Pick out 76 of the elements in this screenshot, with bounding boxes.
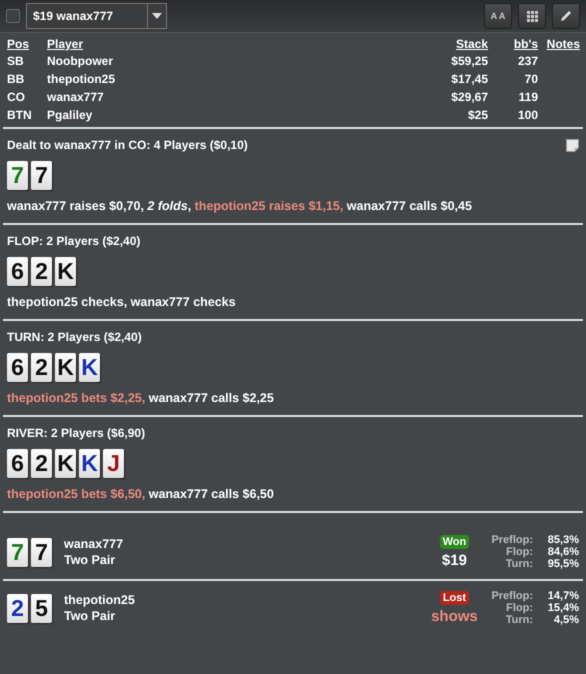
column-header[interactable]: Notes	[538, 37, 580, 51]
table-cell-text: BTN	[7, 107, 33, 123]
street-title: RIVER: 2 Players ($6,90)	[7, 426, 146, 440]
equity-label: Turn:	[504, 558, 533, 570]
playing-card: K	[55, 353, 76, 382]
grid-icon	[526, 10, 538, 22]
table-cell-text: SB	[7, 53, 25, 69]
table-cell-text: Pgaliley	[47, 107, 94, 123]
column-header[interactable]: Stack	[408, 37, 488, 51]
playing-card: 6	[7, 257, 28, 286]
playing-card: K	[55, 449, 76, 478]
result-amount: shows	[431, 608, 478, 625]
playing-card: 7	[31, 538, 52, 566]
table-cell-text: CO	[7, 89, 26, 105]
table-cell-text: $59,25	[450, 53, 488, 69]
equity-value: 85,3%	[546, 534, 579, 546]
font-size-button[interactable]: A A	[484, 3, 512, 29]
playing-card: 5	[31, 594, 52, 622]
action-summary: thepotion25 bets $2,25, wanax777 calls $2,25	[7, 391, 275, 405]
table-cell-text: 100	[516, 107, 538, 123]
equity-value: 4,5%	[552, 614, 579, 626]
column-header[interactable]: Player	[47, 37, 408, 51]
playing-card: K	[55, 257, 76, 286]
equity-label: Flop:	[505, 546, 533, 558]
result-amount: $19	[442, 552, 467, 569]
table-cell-text: 237	[516, 53, 538, 69]
checkbox[interactable]	[6, 9, 20, 23]
equity-value: 15,4%	[546, 602, 579, 614]
caret-icon	[152, 13, 162, 19]
player-name: wanax777	[64, 537, 124, 551]
hand-rank: Two Pair	[64, 553, 116, 567]
street-title: FLOP: 2 Players ($2,40)	[7, 234, 140, 248]
outcome-badge: Lost	[440, 591, 470, 605]
playing-card: J	[103, 449, 124, 478]
equity-label: Preflop:	[491, 534, 533, 546]
street-title: Dealt to wanax777 in CO: 4 Players ($0,10)	[7, 138, 248, 152]
playing-card: 7	[31, 161, 52, 190]
table-cell-text: $17,45	[450, 71, 488, 87]
pencil-icon	[559, 9, 573, 23]
equity-value: 95,5%	[546, 558, 579, 570]
playing-card: 2	[31, 257, 52, 286]
table-cell-text: $25	[466, 107, 488, 123]
playing-card: 7	[7, 161, 28, 190]
equity-label: Flop:	[505, 602, 533, 614]
grid-button[interactable]	[518, 3, 546, 29]
street-title: TURN: 2 Players ($2,40)	[7, 330, 142, 344]
playing-card: 2	[31, 449, 52, 478]
table-cell-text: $29,67	[450, 89, 488, 105]
playing-card: K	[79, 353, 100, 382]
equity-label: Preflop:	[491, 590, 533, 602]
action-summary: thepotion25 checks, wanax777 checks	[7, 295, 237, 309]
hand-rank: Two Pair	[64, 609, 116, 623]
table-cell-text: 70	[524, 71, 538, 87]
equity-value: 14,7%	[546, 590, 579, 602]
edit-button[interactable]	[552, 3, 580, 29]
note-icon[interactable]	[566, 138, 579, 152]
hand-dropdown[interactable]: $19 wanax777	[26, 3, 167, 29]
table-cell-text: Noobpower	[47, 53, 114, 69]
playing-card: 2	[31, 353, 52, 382]
table-cell-text: 119	[518, 89, 538, 105]
playing-card: 6	[7, 449, 28, 478]
outcome-badge: Won	[440, 535, 470, 549]
playing-card: 6	[7, 353, 28, 382]
table-cell-text: BB	[7, 71, 26, 87]
column-header[interactable]: Pos	[7, 37, 47, 51]
equity-label: Turn:	[504, 614, 533, 626]
action-summary: thepotion25 bets $6,50, wanax777 calls $6,50	[7, 487, 275, 501]
playing-card: K	[79, 449, 100, 478]
action-summary: wanax777 raises $0,70, 2 folds, thepotion25 raises $1,15, wanax777 calls $0,45	[7, 199, 473, 213]
column-header[interactable]: bb's	[488, 37, 538, 51]
player-name: thepotion25	[64, 593, 136, 607]
equity-value: 84,6%	[546, 546, 579, 558]
table-cell-text: wanax777	[47, 89, 105, 105]
playing-card: 2	[7, 594, 28, 622]
table-cell-text: thepotion25	[47, 71, 116, 87]
playing-card: 7	[7, 538, 28, 566]
